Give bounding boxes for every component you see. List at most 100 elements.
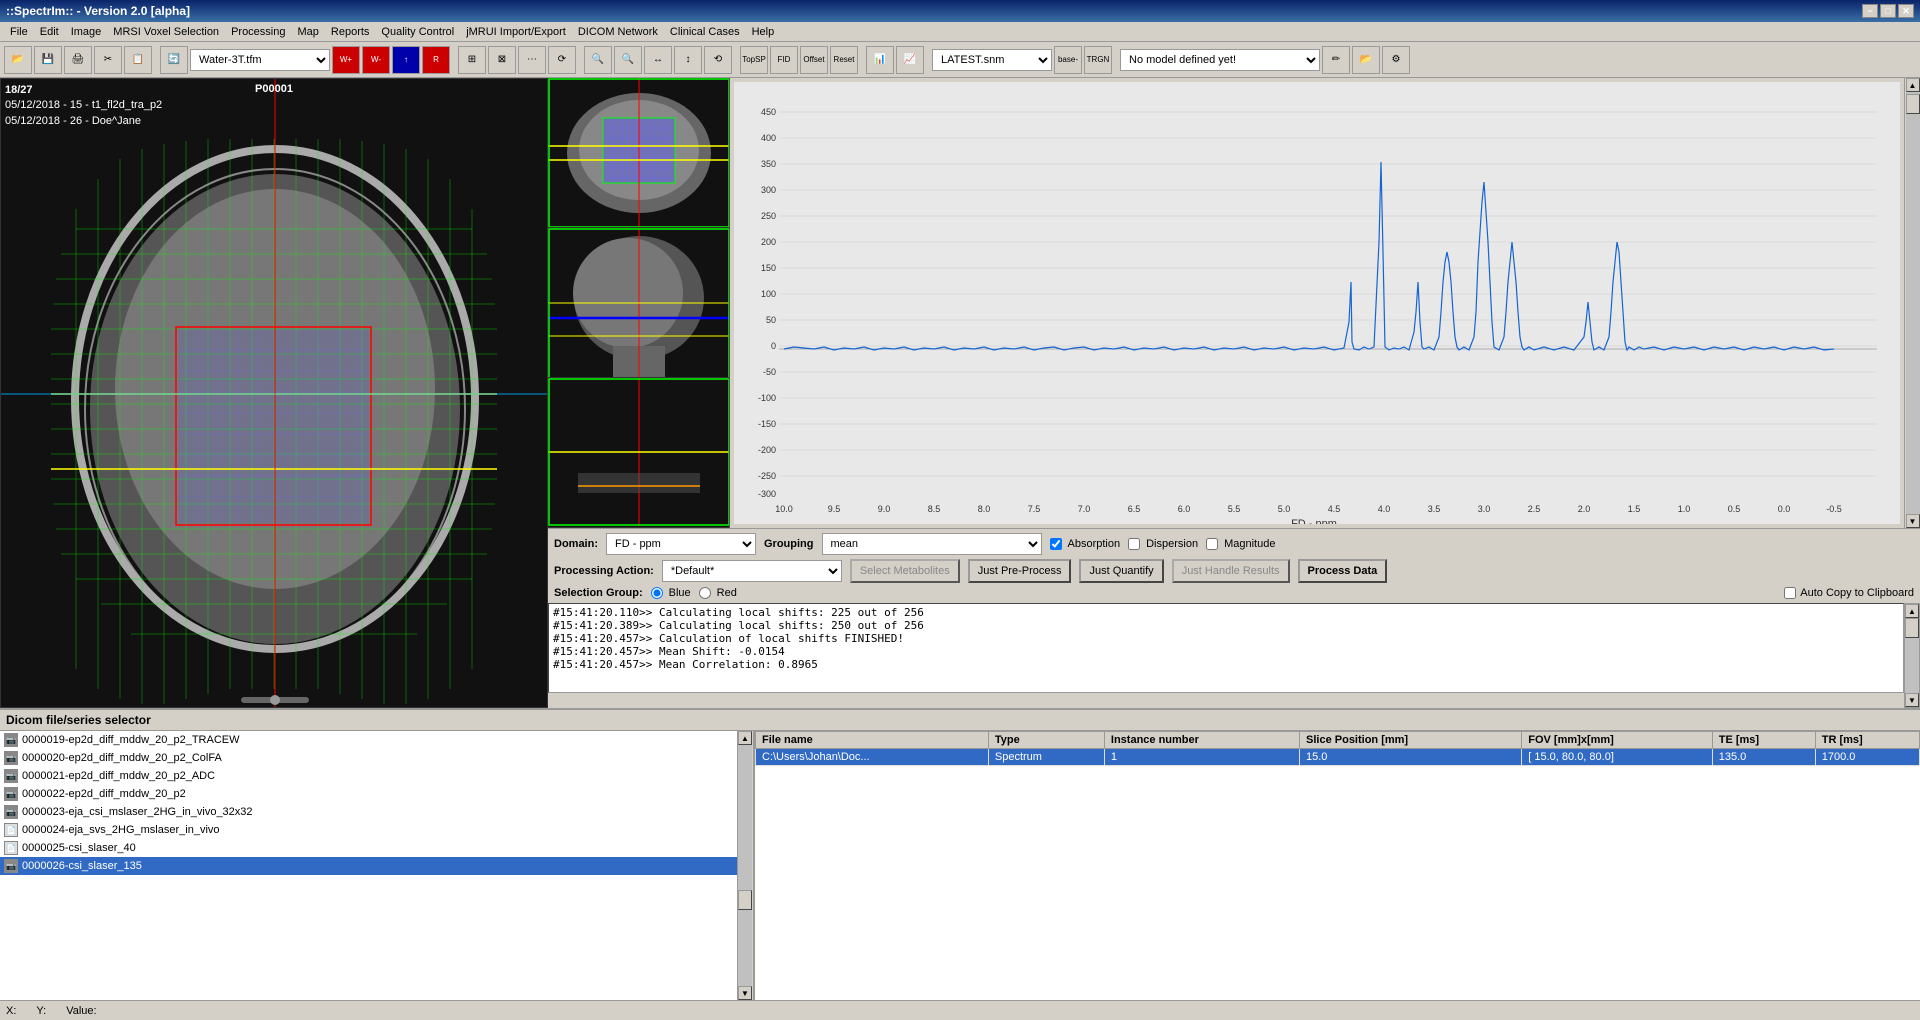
file-item-19[interactable]: 📷 0000019-ep2d_diff_mddw_20_p2_TRACEW	[0, 731, 753, 749]
file-name-26: 0000026-csi_slaser_135	[22, 860, 142, 872]
top-right: 450 400 350 300 250 200 150 100 50 0 -50	[548, 78, 1920, 528]
just-preprocess-button[interactable]: Just Pre-Process	[968, 559, 1072, 583]
tb-water2[interactable]: W-	[362, 46, 390, 74]
file-tree-scroll-thumb[interactable]	[738, 890, 752, 910]
scroll-track[interactable]	[1906, 92, 1920, 514]
grouping-dropdown[interactable]: mean	[822, 533, 1042, 555]
tb-snm-edit[interactable]: base-	[1054, 46, 1082, 74]
file-item-25[interactable]: 📄 0000025-csi_slaser_40	[0, 839, 753, 857]
file-tree-scroll-down[interactable]: ▼	[738, 986, 752, 1000]
log-scroll-thumb[interactable]	[1905, 618, 1919, 638]
tb-open-button[interactable]: 📂	[4, 46, 32, 74]
svg-text:10.0: 10.0	[775, 504, 793, 514]
file-tree-scrollbar[interactable]: ▲ ▼	[737, 731, 753, 1000]
maximize-button[interactable]: □	[1880, 4, 1896, 18]
snm-dropdown[interactable]: LATEST.snm	[932, 49, 1052, 71]
file-item-21[interactable]: 📷 0000021-ep2d_diff_mddw_20_p2_ADC	[0, 767, 753, 785]
file-icon-20: 📷	[4, 751, 18, 765]
statusbar: X: Y: Value:	[0, 1000, 1920, 1020]
tb-zoom3[interactable]: ↔	[644, 46, 672, 74]
absorption-checkbox[interactable]	[1050, 538, 1062, 550]
tb-nav3[interactable]: ⋯	[518, 46, 546, 74]
log-area[interactable]: #15:41:20.110>> Calculating local shifts…	[548, 603, 1904, 693]
tb-extra1[interactable]: 📊	[866, 46, 894, 74]
log-scroll-track[interactable]	[1905, 618, 1919, 693]
menu-processing[interactable]: Processing	[225, 24, 291, 40]
process-data-button[interactable]: Process Data	[1298, 559, 1388, 583]
tb-refresh-icon[interactable]: 🔄	[160, 46, 188, 74]
select-metabolites-button[interactable]: Select Metabolites	[850, 559, 960, 583]
menu-image[interactable]: Image	[65, 24, 108, 40]
axial-view[interactable]	[548, 78, 729, 228]
menu-quality[interactable]: Quality Control	[375, 24, 460, 40]
scroll-up-btn[interactable]: ▲	[1906, 78, 1920, 92]
log-scroll-down[interactable]: ▼	[1905, 693, 1919, 707]
sagittal-view[interactable]	[548, 228, 729, 378]
tb-nav1[interactable]: ⊞	[458, 46, 486, 74]
magnitude-checkbox[interactable]	[1206, 538, 1218, 550]
scroll-thumb[interactable]	[1906, 94, 1920, 114]
menu-mrsi-voxel[interactable]: MRSI Voxel Selection	[107, 24, 225, 40]
domain-label: Domain:	[554, 538, 598, 550]
tb-mode3[interactable]: Offset	[800, 46, 828, 74]
menu-map[interactable]: Map	[291, 24, 324, 40]
tb-zoom4[interactable]: ↕	[674, 46, 702, 74]
menu-help[interactable]: Help	[746, 24, 781, 40]
menu-jmrui[interactable]: jMRUI Import/Export	[460, 24, 572, 40]
menu-file[interactable]: File	[4, 24, 34, 40]
tb-model-open[interactable]: 📂	[1352, 46, 1380, 74]
tb-btn5[interactable]: 📋	[124, 46, 152, 74]
tb-mode1[interactable]: TopSP	[740, 46, 768, 74]
log-scrollbar[interactable]: ▲ ▼	[1904, 603, 1920, 708]
processing-action-dropdown[interactable]: *Default*	[662, 560, 842, 582]
tb-water4[interactable]: R	[422, 46, 450, 74]
tb-mode4[interactable]: Reset	[830, 46, 858, 74]
file-tree[interactable]: 📷 0000019-ep2d_diff_mddw_20_p2_TRACEW 📷 …	[0, 731, 755, 1000]
tb-sep5	[860, 46, 864, 74]
menu-clinical[interactable]: Clinical Cases	[664, 24, 746, 40]
blue-radio[interactable]	[651, 587, 663, 599]
left-mri-view[interactable]: 18/27 05/12/2018 - 15 - t1_fl2d_tra_p2 0…	[0, 78, 548, 708]
menu-edit[interactable]: Edit	[34, 24, 65, 40]
minimize-button[interactable]: −	[1862, 4, 1878, 18]
tb-btn3[interactable]: 🖨	[64, 46, 92, 74]
tb-nav2[interactable]: ⊠	[488, 46, 516, 74]
auto-copy-checkbox[interactable]	[1784, 587, 1796, 599]
dispersion-checkbox[interactable]	[1128, 538, 1140, 550]
tb-zoom1[interactable]: 🔍	[584, 46, 612, 74]
file-tree-scroll-track[interactable]	[738, 745, 752, 986]
coronal-view[interactable]	[548, 378, 729, 528]
scroll-down-btn[interactable]: ▼	[1906, 514, 1920, 528]
tb-water3[interactable]: ↑	[392, 46, 420, 74]
model-dropdown[interactable]: No model defined yet!	[1120, 49, 1320, 71]
tb-model-extra[interactable]: ⚙	[1382, 46, 1410, 74]
just-quantify-button[interactable]: Just Quantify	[1079, 559, 1163, 583]
tb-extra2[interactable]: 📈	[896, 46, 924, 74]
file-item-23[interactable]: 📷 0000023-eja_csi_mslaser_2HG_in_vivo_32…	[0, 803, 753, 821]
titlebar-controls: − □ ✕	[1862, 4, 1914, 18]
tb-nav4[interactable]: ⟳	[548, 46, 576, 74]
file-item-26[interactable]: 📷 0000026-csi_slaser_135	[0, 857, 753, 875]
just-handle-results-button[interactable]: Just Handle Results	[1172, 559, 1290, 583]
file-item-22[interactable]: 📷 0000022-ep2d_diff_mddw_20_p2	[0, 785, 753, 803]
tb-model-edit[interactable]: ✏	[1322, 46, 1350, 74]
tb-snm-ref[interactable]: TRGN	[1084, 46, 1112, 74]
file-tree-scroll-up[interactable]: ▲	[738, 731, 752, 745]
table-row-1[interactable]: C:\Users\Johan\Doc... Spectrum 1 15.0 [ …	[756, 749, 1920, 766]
tb-mode2[interactable]: FID	[770, 46, 798, 74]
file-item-24[interactable]: 📄 0000024-eja_svs_2HG_mslaser_in_vivo	[0, 821, 753, 839]
tb-water1[interactable]: W+	[332, 46, 360, 74]
tb-zoom2[interactable]: 🔍	[614, 46, 642, 74]
spectrum-scrollbar[interactable]: ▲ ▼	[1904, 78, 1920, 528]
red-radio[interactable]	[699, 587, 711, 599]
water-filter-dropdown[interactable]: Water-3T.tfm	[190, 49, 330, 71]
log-scroll-up[interactable]: ▲	[1905, 604, 1919, 618]
menu-reports[interactable]: Reports	[325, 24, 376, 40]
tb-btn4[interactable]: ✂	[94, 46, 122, 74]
close-button[interactable]: ✕	[1898, 4, 1914, 18]
domain-dropdown[interactable]: FD - ppm	[606, 533, 756, 555]
tb-zoom5[interactable]: ⟲	[704, 46, 732, 74]
tb-save-button[interactable]: 💾	[34, 46, 62, 74]
file-item-20[interactable]: 📷 0000020-ep2d_diff_mddw_20_p2_ColFA	[0, 749, 753, 767]
menu-dicom[interactable]: DICOM Network	[572, 24, 664, 40]
